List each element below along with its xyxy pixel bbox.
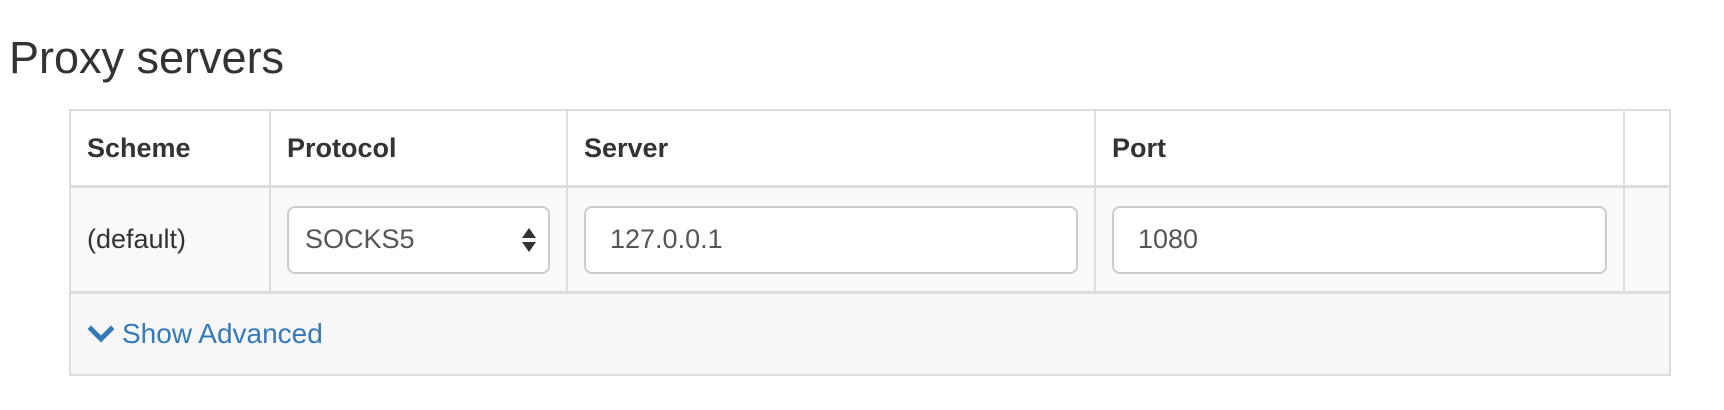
table-header-row: Scheme Protocol Server Port <box>71 111 1669 188</box>
header-port: Port <box>1096 111 1625 185</box>
header-server: Server <box>568 111 1096 185</box>
table-row: (default) SOCKS5 <box>71 188 1669 294</box>
protocol-select-value: SOCKS5 <box>305 224 415 254</box>
show-advanced-link[interactable]: Show Advanced <box>88 318 323 350</box>
server-cell <box>568 188 1096 291</box>
show-advanced-label: Show Advanced <box>122 318 323 349</box>
page-title: Proxy servers <box>9 32 285 83</box>
header-protocol: Protocol <box>271 111 568 185</box>
proxy-servers-table: Scheme Protocol Server Port (default) SO… <box>69 109 1671 376</box>
table-footer: Show Advanced <box>71 294 1669 374</box>
protocol-select[interactable]: SOCKS5 <box>287 205 550 274</box>
port-cell <box>1096 188 1625 291</box>
chevron-down-icon <box>88 323 114 345</box>
row-actions-cell <box>1625 188 1669 291</box>
server-input[interactable] <box>584 205 1078 274</box>
scheme-cell: (default) <box>71 188 271 291</box>
select-arrows-icon <box>522 227 536 252</box>
port-input[interactable] <box>1112 205 1607 274</box>
protocol-cell: SOCKS5 <box>271 188 568 291</box>
header-scheme: Scheme <box>71 111 271 185</box>
header-actions <box>1625 111 1669 185</box>
